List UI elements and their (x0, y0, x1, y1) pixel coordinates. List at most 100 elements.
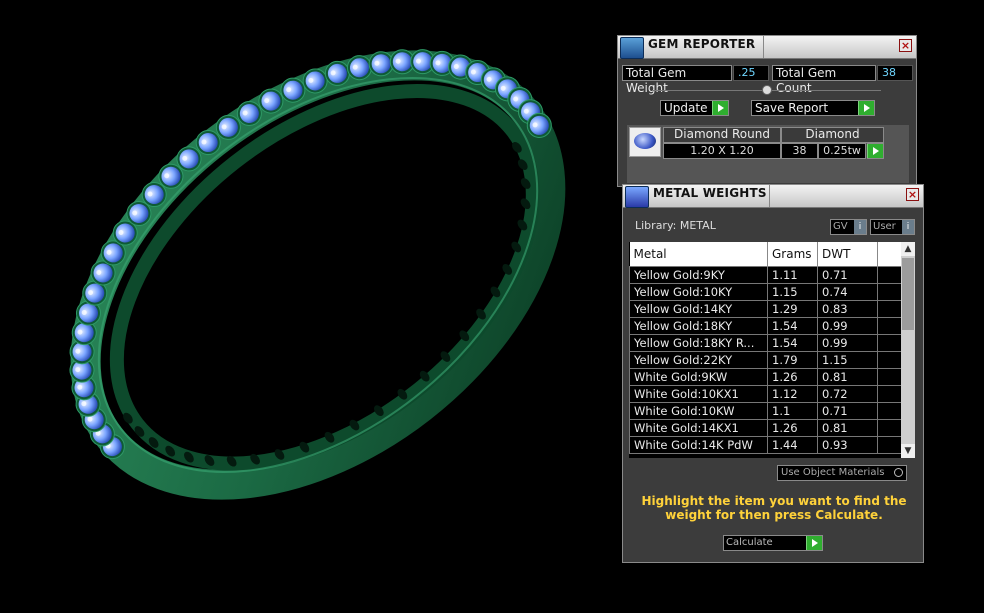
user-dropdown[interactable]: User i (870, 219, 915, 235)
info-icon: i (902, 220, 914, 234)
ring-model[interactable] (0, 0, 610, 613)
diamond-round-icon (629, 127, 661, 157)
metal-cell: Yellow Gold:10KY (629, 283, 768, 301)
info-icon: i (854, 220, 866, 234)
column-header-dwt[interactable]: DWT (817, 242, 878, 267)
gem-list: Diamond Round Diamond 1.20 X 1.20 38 0.2… (627, 125, 909, 183)
table-row[interactable]: White Gold:10KW 1.1 0.71 (629, 402, 902, 420)
empty-cell (877, 351, 902, 369)
user-label: User (873, 221, 896, 232)
metal-cell: Yellow Gold:9KY (629, 266, 768, 284)
title-separator (763, 36, 764, 58)
metal-table[interactable]: Metal Grams DWT Yellow Gold:9KY 1.11 0.71 Y… (629, 242, 915, 458)
library-label: Library: METAL (635, 219, 716, 232)
gem-reporter-title: GEM REPORTER (648, 37, 756, 51)
grams-cell: 1.26 (767, 368, 818, 386)
table-row[interactable]: Yellow Gold:18KY 1.54 0.99 (629, 317, 902, 335)
3d-viewport[interactable] (0, 0, 610, 613)
grams-cell: 1.44 (767, 436, 818, 454)
empty-cell (877, 436, 902, 454)
gem-reporter-close-icon[interactable]: × (899, 39, 912, 52)
grams-cell: 1.54 (767, 317, 818, 335)
empty-cell (877, 300, 902, 318)
save-report-button[interactable]: Save Report (751, 100, 875, 116)
metal-weights-table: Metal Grams DWT Yellow Gold:9KY 1.11 0.71 Y… (629, 242, 902, 454)
empty-cell (877, 385, 902, 403)
metal-cell: Yellow Gold:18KY (629, 317, 768, 335)
table-row[interactable]: Yellow Gold:9KY 1.11 0.71 (629, 266, 902, 284)
metal-weights-title: METAL WEIGHTS (653, 186, 767, 200)
empty-cell (877, 368, 902, 386)
scroll-down-icon[interactable]: ▼ (901, 444, 915, 458)
empty-cell (877, 317, 902, 335)
empty-cell (877, 334, 902, 352)
empty-cell (877, 419, 902, 437)
metal-table-scrollbar[interactable]: ▲ ▼ (901, 242, 915, 458)
scroll-up-icon[interactable]: ▲ (901, 242, 915, 256)
table-row[interactable]: White Gold:10KX1 1.12 0.72 (629, 385, 902, 403)
table-row[interactable]: Yellow Gold:10KY 1.15 0.74 (629, 283, 902, 301)
total-gem-weight-value: .25 (733, 65, 769, 81)
table-row[interactable]: White Gold:9KW 1.26 0.81 (629, 368, 902, 386)
metal-cell: Yellow Gold:22KY (629, 351, 768, 369)
empty-cell (877, 283, 902, 301)
metal-cell: White Gold:14K PdW (629, 436, 768, 454)
dwt-cell: 0.99 (817, 334, 878, 352)
gem-details-button[interactable] (867, 143, 884, 159)
grams-cell: 1.15 (767, 283, 818, 301)
dwt-cell: 0.93 (817, 436, 878, 454)
metal-weights-panel: METAL WEIGHTS × Library: METAL GV i User… (622, 184, 924, 563)
metal-cell: White Gold:14KX1 (629, 419, 768, 437)
use-object-materials-toggle[interactable]: Use Object Materials (777, 465, 907, 481)
play-arrow-icon (806, 536, 822, 550)
dwt-cell: 0.71 (817, 402, 878, 420)
gem-weight-cell: 0.25tw (818, 143, 866, 159)
table-row[interactable]: White Gold:14KX1 1.26 0.81 (629, 419, 902, 437)
gv-label: GV (833, 221, 848, 232)
grams-cell: 1.1 (767, 402, 818, 420)
dwt-cell: 1.15 (817, 351, 878, 369)
column-header-empty (877, 242, 902, 267)
metal-table-header: Metal Grams DWT (629, 242, 902, 267)
update-button-label: Update (664, 101, 708, 115)
gem-type-cell[interactable]: Diamond (781, 127, 884, 143)
grams-cell: 1.11 (767, 266, 818, 284)
calculate-button[interactable]: Calculate (723, 535, 823, 551)
total-gem-weight-label: Total Gem Weight (622, 65, 732, 95)
gv-dropdown[interactable]: GV i (830, 219, 867, 235)
metal-cell: White Gold:10KX1 (629, 385, 768, 403)
dwt-cell: 0.81 (817, 419, 878, 437)
gem-size-cell: 1.20 X 1.20 (663, 143, 781, 159)
scroll-thumb[interactable] (902, 258, 914, 330)
dwt-cell: 0.72 (817, 385, 878, 403)
metal-cell: Yellow Gold:14KY (629, 300, 768, 318)
grams-cell: 1.12 (767, 385, 818, 403)
calculate-hint: Highlight the item you want to find the … (641, 494, 907, 522)
grams-cell: 1.29 (767, 300, 818, 318)
dwt-cell: 0.81 (817, 368, 878, 386)
table-row[interactable]: Yellow Gold:18KY R... 1.54 0.99 (629, 334, 902, 352)
total-gem-count-value: 38 (877, 65, 913, 81)
metal-cell: Yellow Gold:18KY R... (629, 334, 768, 352)
title-separator (769, 185, 770, 207)
column-header-grams[interactable]: Grams (767, 242, 818, 267)
gem-shape-cell[interactable]: Diamond Round (663, 127, 781, 143)
play-arrow-icon (712, 101, 728, 115)
table-row[interactable]: Yellow Gold:22KY 1.79 1.15 (629, 351, 902, 369)
gem-reporter-app-icon (620, 37, 644, 59)
grams-cell: 1.54 (767, 334, 818, 352)
metal-weights-close-icon[interactable]: × (906, 188, 919, 201)
metal-weights-titlebar[interactable]: METAL WEIGHTS × (623, 185, 923, 208)
gem-slider-handle[interactable] (762, 85, 772, 95)
gem-count-cell: 38 (781, 143, 818, 159)
dwt-cell: 0.83 (817, 300, 878, 318)
gem-reporter-titlebar[interactable]: GEM REPORTER × (618, 36, 916, 59)
use-object-materials-label: Use Object Materials (781, 467, 885, 478)
column-header-metal[interactable]: Metal (629, 242, 768, 267)
table-row[interactable]: White Gold:14K PdW 1.44 0.93 (629, 436, 902, 454)
table-row[interactable]: Yellow Gold:14KY 1.29 0.83 (629, 300, 902, 318)
metal-weights-app-icon (625, 186, 649, 208)
update-button[interactable]: Update (660, 100, 729, 116)
empty-cell (877, 266, 902, 284)
total-gem-count-label: Total Gem Count (772, 65, 876, 95)
